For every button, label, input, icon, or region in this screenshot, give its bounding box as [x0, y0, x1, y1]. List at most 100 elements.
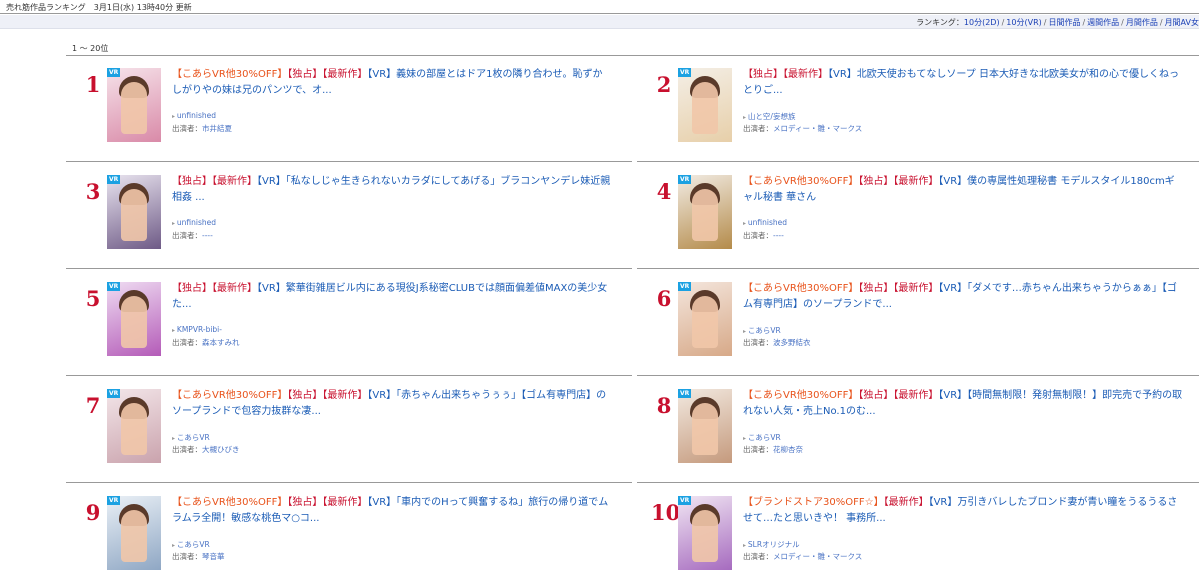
link-daily[interactable]: 日間作品: [1048, 18, 1080, 27]
maker-link[interactable]: KMPVR-bibi-: [172, 325, 222, 334]
vr-badge: VR: [678, 496, 692, 505]
maker-link[interactable]: unfinished: [172, 111, 216, 120]
vr-badge: VR: [107, 68, 121, 77]
product-title-link[interactable]: 【独占】【最新作】【VR】「私なしじゃ生きられないカラダにしてあげる」ブラコンヤ…: [172, 174, 612, 206]
product-title-link[interactable]: 【こあらVR他30%OFF】【独占】【最新作】【VR】義妹の部屋とはドア1枚の隣…: [172, 67, 612, 99]
ranking-item: 10 VR 【ブランドストア30%OFF☆】【最新作】【VR】万引きバレしたブロ…: [637, 484, 1199, 582]
thumbnail-figure: [692, 296, 718, 348]
ranking-links: ランキング：10分(2D)/10分(VR) / 日間作品 / 週間作品 / 月間作品 / 月間A…: [916, 17, 1199, 28]
actress-line: 出演者：大槻ひびき: [172, 444, 240, 455]
vr-badge: VR: [107, 389, 121, 398]
link-10min-2d[interactable]: 10分(2D): [964, 18, 1000, 27]
product-title-link[interactable]: 【こあらVR他30%OFF】【独占】【最新作】【VR】「車内でのHって興奮するね…: [172, 495, 612, 527]
actress-link[interactable]: 琴音華: [202, 552, 225, 561]
ranking-item: 1 VR 【こあらVR他30%OFF】【独占】【最新作】【VR】義妹の部屋とはド…: [66, 56, 632, 162]
vr-badge: VR: [107, 496, 121, 505]
thumbnail-figure: [692, 189, 718, 241]
maker-link[interactable]: unfinished: [743, 218, 787, 227]
promo-label: 【こあらVR他30%OFF】: [172, 69, 288, 80]
promo-label: 【こあらVR他30%OFF】: [172, 390, 288, 401]
rank-number: 8: [656, 393, 672, 418]
vr-badge: VR: [678, 68, 692, 77]
ranking-item: 3 VR 【独占】【最新作】【VR】「私なしじゃ生きられないカラダにしてあげる」…: [66, 163, 632, 269]
ranking-prefix: ランキング：: [916, 18, 964, 27]
thumbnail-figure: [692, 510, 718, 562]
actress-link[interactable]: 花柳杏奈: [773, 445, 803, 454]
actress-prefix: 出演者：: [743, 445, 773, 454]
actress-link[interactable]: ----: [773, 231, 784, 240]
vr-badge: VR: [678, 282, 692, 291]
maker-link[interactable]: unfinished: [172, 218, 216, 227]
link-10min-vr[interactable]: 10分(VR): [1006, 18, 1041, 27]
maker-link[interactable]: こあらVR: [743, 432, 781, 443]
vr-badge: VR: [678, 389, 692, 398]
product-thumbnail[interactable]: VR: [678, 68, 732, 142]
product-thumbnail[interactable]: VR: [107, 389, 161, 463]
actress-line: 出演者：メロディー・雛・マークス: [743, 123, 862, 134]
product-thumbnail[interactable]: VR: [107, 68, 161, 142]
rank-number: 1: [85, 72, 101, 97]
actress-prefix: 出演者：: [743, 231, 773, 240]
product-title-link[interactable]: 【ブランドストア30%OFF☆】【最新作】【VR】万引きバレしたブロンド妻が青い…: [743, 495, 1183, 527]
maker-link[interactable]: 山と空/妄想族: [743, 111, 796, 122]
product-title-link[interactable]: 【こあらVR他30%OFF】【独占】【最新作】【VR】「ダメです…赤ちゃん出来ち…: [743, 281, 1183, 313]
link-monthly-actress[interactable]: 月間AV女: [1165, 18, 1199, 27]
promo-label: 【こあらVR他30%OFF】: [743, 390, 859, 401]
promo-label: 【こあらVR他30%OFF】: [743, 176, 859, 187]
actress-line: 出演者：森本すみれ: [172, 337, 240, 348]
actress-link[interactable]: 市井結夏: [202, 124, 232, 133]
vr-badge: VR: [107, 282, 121, 291]
actress-line: 出演者：メロディー・雛・マークス: [743, 551, 862, 562]
actress-prefix: 出演者：: [743, 124, 773, 133]
product-title-link[interactable]: 【独占】【最新作】【VR】北欧天使おもてなしソープ 日本大好きな北欧美女が和の心…: [743, 67, 1183, 99]
actress-prefix: 出演者：: [172, 445, 202, 454]
actress-link[interactable]: 波多野結衣: [773, 338, 811, 347]
link-weekly[interactable]: 週間作品: [1087, 18, 1119, 27]
vr-badge: VR: [107, 175, 121, 184]
actress-link[interactable]: メロディー・雛・マークス: [773, 552, 862, 561]
actress-prefix: 出演者：: [172, 552, 202, 561]
actress-prefix: 出演者：: [172, 231, 202, 240]
thumbnail-figure: [121, 510, 147, 562]
ranking-item: 7 VR 【こあらVR他30%OFF】【独占】【最新作】【VR】「赤ちゃん出来ち…: [66, 377, 632, 483]
rank-number: 5: [85, 286, 101, 311]
promo-label: 【ブランドストア30%OFF☆】: [743, 497, 884, 508]
maker-link[interactable]: こあらVR: [172, 539, 210, 550]
tag-label: 【独占】【最新作】: [858, 283, 939, 294]
product-thumbnail[interactable]: VR: [107, 282, 161, 356]
product-title-link[interactable]: 【こあらVR他30%OFF】【独占】【最新作】【VR】「赤ちゃん出来ちゃうぅぅ」…: [172, 388, 612, 420]
separator: /: [1159, 18, 1163, 27]
thumbnail-figure: [121, 82, 147, 134]
maker-link[interactable]: SLRオリジナル: [743, 539, 800, 550]
rank-number: 6: [656, 286, 672, 311]
product-thumbnail[interactable]: VR: [678, 175, 732, 249]
product-thumbnail[interactable]: VR: [107, 496, 161, 570]
actress-link[interactable]: ----: [202, 231, 213, 240]
promo-label: 【こあらVR他30%OFF】: [743, 283, 859, 294]
actress-line: 出演者：----: [172, 230, 213, 241]
product-thumbnail[interactable]: VR: [678, 389, 732, 463]
rank-number: 3: [85, 179, 101, 204]
tag-label: 【独占】【最新作】: [287, 390, 368, 401]
product-thumbnail[interactable]: VR: [678, 282, 732, 356]
link-monthly[interactable]: 月間作品: [1126, 18, 1158, 27]
product-thumbnail[interactable]: VR: [678, 496, 732, 570]
product-thumbnail[interactable]: VR: [107, 175, 161, 249]
actress-link[interactable]: 大槻ひびき: [202, 445, 240, 454]
product-title-link[interactable]: 【独占】【最新作】【VR】繁華街雑居ビル内にある現役J系秘密CLUBでは顔面偏差…: [172, 281, 612, 313]
maker-link[interactable]: こあらVR: [172, 432, 210, 443]
thumbnail-figure: [121, 189, 147, 241]
tag-label: 【独占】【最新作】: [743, 69, 828, 80]
maker-link[interactable]: こあらVR: [743, 325, 781, 336]
actress-line: 出演者：琴音華: [172, 551, 225, 562]
ranking-item: 2 VR 【独占】【最新作】【VR】北欧天使おもてなしソープ 日本大好きな北欧美…: [637, 56, 1199, 162]
rank-number: 2: [656, 72, 672, 97]
product-title-link[interactable]: 【こあらVR他30%OFF】【独占】【最新作】【VR】【時間無制限！発射無制限！…: [743, 388, 1183, 420]
product-title-link[interactable]: 【こあらVR他30%OFF】【独占】【最新作】【VR】僕の専属性処理秘書 モデル…: [743, 174, 1183, 206]
actress-link[interactable]: 森本すみれ: [202, 338, 240, 347]
tag-label: 【独占】【最新作】: [172, 176, 257, 187]
rank-number: 10: [651, 500, 681, 525]
actress-prefix: 出演者：: [743, 552, 773, 561]
actress-link[interactable]: メロディー・雛・マークス: [773, 124, 862, 133]
actress-line: 出演者：花柳杏奈: [743, 444, 803, 455]
